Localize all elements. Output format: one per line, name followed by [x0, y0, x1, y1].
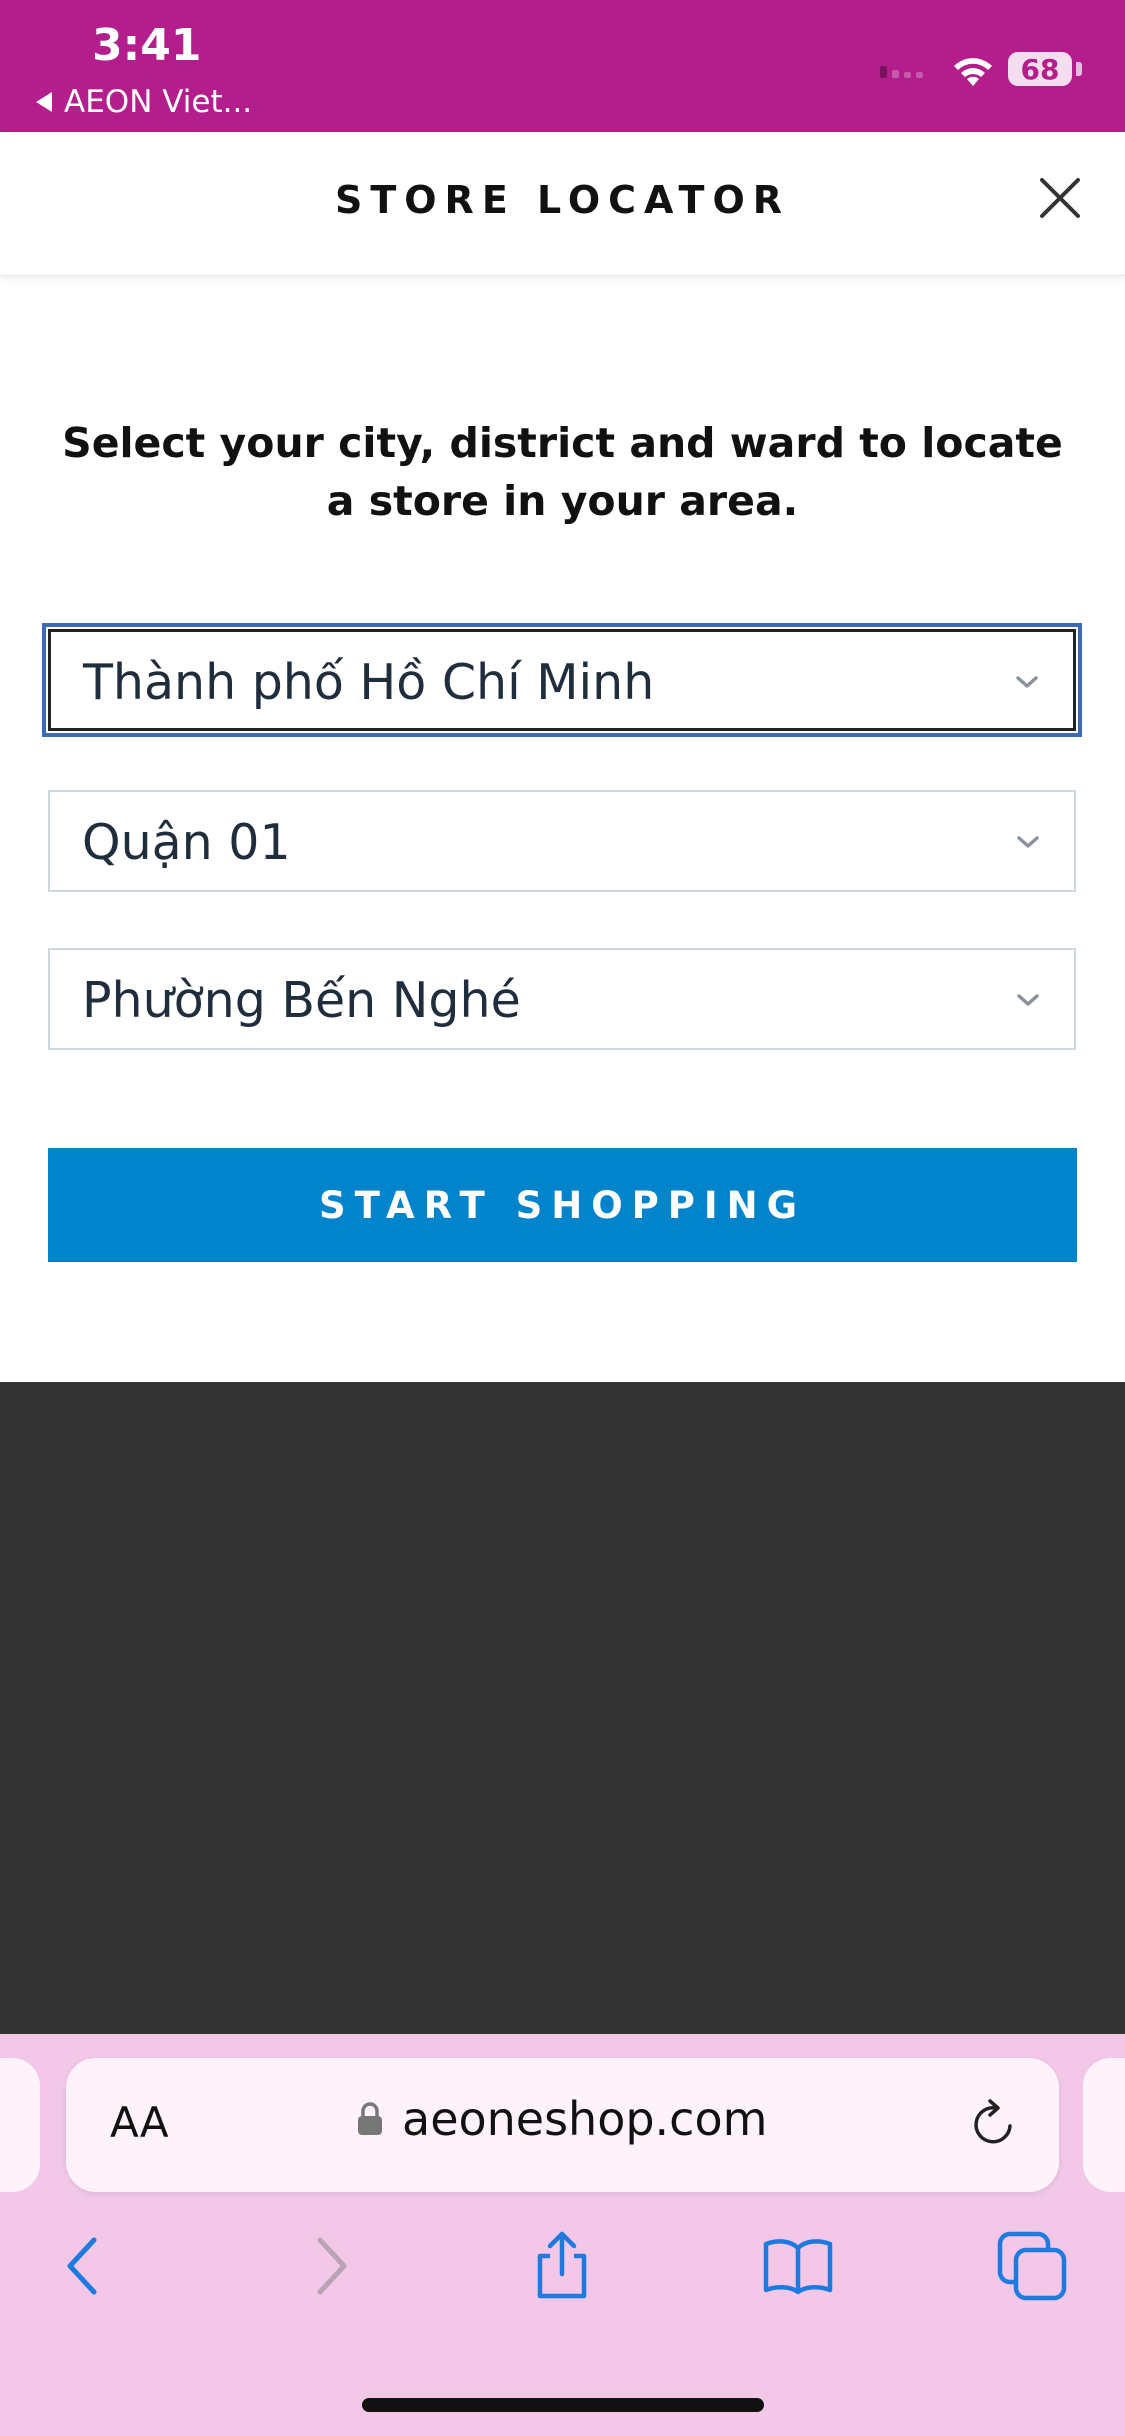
- page-overlay[interactable]: [0, 1382, 1125, 2034]
- city-select-value: Thành phố Hồ Chí Minh: [83, 654, 655, 711]
- status-bar: 3:41 AEON Viet... 68: [0, 0, 1125, 132]
- back-triangle-icon: [36, 92, 52, 112]
- text-size-button[interactable]: AA: [110, 2098, 169, 2147]
- back-app-label: AEON Viet...: [64, 84, 253, 120]
- modal-title: STORE LOCATOR: [334, 178, 791, 222]
- cellular-signal-icon: [880, 66, 923, 78]
- modal-header: STORE LOCATOR: [0, 132, 1125, 276]
- lock-icon: [358, 2102, 382, 2135]
- address-bar[interactable]: AA aeoneshop.com: [66, 2058, 1059, 2192]
- district-select-value: Quận 01: [82, 814, 291, 871]
- text-size-label: AA: [110, 2098, 169, 2147]
- chevron-down-icon: [1017, 836, 1039, 848]
- previous-tab-peek[interactable]: [0, 2058, 40, 2192]
- forward-arrow-icon[interactable]: [292, 2230, 364, 2302]
- close-icon[interactable]: [1034, 172, 1086, 224]
- battery-icon: 68: [1008, 52, 1072, 86]
- tabs-icon[interactable]: [996, 2230, 1068, 2302]
- status-time: 3:41: [92, 20, 202, 71]
- chevron-down-icon: [1016, 676, 1038, 688]
- instruction-text: Select your city, district and ward to l…: [62, 419, 1063, 525]
- reload-icon[interactable]: [966, 2096, 1022, 2152]
- back-to-app-link[interactable]: AEON Viet...: [36, 84, 252, 120]
- chevron-down-icon: [1017, 994, 1039, 1006]
- wifi-icon: [954, 58, 992, 86]
- bookmarks-icon[interactable]: [762, 2230, 834, 2302]
- home-indicator[interactable]: [362, 2398, 764, 2412]
- ward-select[interactable]: Phường Bến Nghé: [48, 948, 1076, 1050]
- back-arrow-icon[interactable]: [50, 2230, 122, 2302]
- ward-select-value: Phường Bến Nghé: [82, 972, 521, 1029]
- battery-nub: [1076, 62, 1082, 76]
- share-icon[interactable]: [526, 2230, 598, 2302]
- city-select[interactable]: Thành phố Hồ Chí Minh: [42, 623, 1082, 737]
- url-text: aeoneshop.com: [402, 2092, 768, 2146]
- next-tab-peek[interactable]: [1083, 2058, 1125, 2192]
- start-shopping-button[interactable]: START SHOPPING: [48, 1148, 1077, 1262]
- store-locator-modal: STORE LOCATOR Select your city, district…: [0, 132, 1125, 1382]
- url-display[interactable]: aeoneshop.com: [356, 2092, 767, 2146]
- battery-level: 68: [1020, 52, 1060, 86]
- district-select[interactable]: Quận 01: [48, 790, 1076, 892]
